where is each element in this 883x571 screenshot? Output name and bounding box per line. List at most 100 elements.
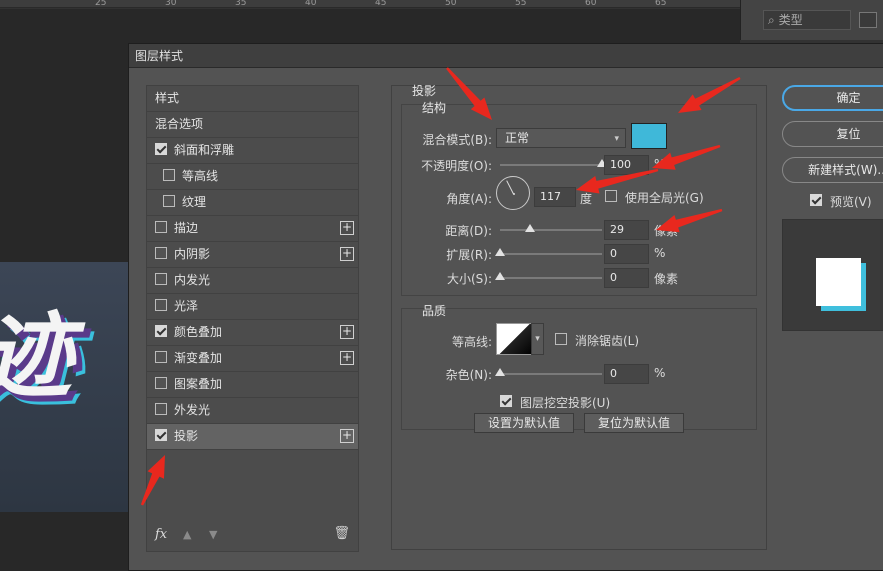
- noise-slider[interactable]: [495, 368, 602, 376]
- contour-label: 等高线:: [451, 335, 492, 349]
- angle-label: 角度(A):: [446, 192, 492, 206]
- size-slider-handle[interactable]: [495, 272, 505, 280]
- move-down-icon[interactable]: ▼: [209, 528, 217, 541]
- opacity-input[interactable]: 100: [604, 155, 649, 175]
- ruler-mark: 40: [305, 0, 317, 8]
- style-item[interactable]: 内阴影 +: [147, 242, 358, 268]
- style-item[interactable]: 内发光: [147, 268, 358, 294]
- style-item[interactable]: 图案叠加: [147, 372, 358, 398]
- style-item-label: 颜色叠加: [174, 325, 223, 339]
- style-checkbox[interactable]: [155, 351, 167, 363]
- style-item[interactable]: 纹理: [147, 190, 358, 216]
- spread-label: 扩展(R):: [446, 248, 492, 262]
- spread-slider[interactable]: [495, 248, 602, 256]
- reset-button[interactable]: 复位: [782, 121, 883, 147]
- layers-panel: ⌕ 类型: [740, 0, 883, 40]
- size-input[interactable]: 0: [604, 268, 649, 288]
- style-item[interactable]: 混合选项: [147, 112, 358, 138]
- ruler-mark: 65: [655, 0, 667, 8]
- set-default-button[interactable]: 设置为默认值: [474, 413, 574, 433]
- style-checkbox[interactable]: [163, 169, 175, 181]
- noise-slider-handle[interactable]: [495, 368, 505, 376]
- style-item-label: 斜面和浮雕: [174, 143, 235, 157]
- spread-slider-handle[interactable]: [495, 248, 505, 256]
- style-item[interactable]: 外发光: [147, 398, 358, 424]
- style-checkbox[interactable]: [163, 195, 175, 207]
- spread-input[interactable]: 0: [604, 244, 649, 264]
- ruler-mark: 60: [585, 0, 597, 8]
- angle-dial[interactable]: [496, 176, 530, 210]
- style-checkbox[interactable]: [155, 377, 167, 389]
- global-light-checkbox[interactable]: [605, 190, 617, 202]
- ruler-mark: 30: [165, 0, 177, 8]
- trash-icon[interactable]: 🗑: [333, 526, 350, 541]
- drop-shadow-title: 投影: [412, 84, 437, 98]
- distance-slider-handle[interactable]: [524, 224, 535, 232]
- ruler-mark: 25: [95, 0, 107, 8]
- size-slider[interactable]: [495, 272, 602, 280]
- angle-input[interactable]: 117: [534, 187, 576, 207]
- style-checkbox[interactable]: [155, 273, 167, 285]
- global-light-label: 使用全局光(G): [625, 191, 704, 205]
- style-checkbox[interactable]: [155, 221, 167, 233]
- distance-label: 距离(D):: [445, 224, 492, 238]
- style-checkbox[interactable]: [155, 143, 167, 155]
- ruler-mark: 35: [235, 0, 247, 8]
- search-icon: ⌕: [768, 13, 775, 27]
- reset-default-button[interactable]: 复位为默认值: [584, 413, 684, 433]
- layers-filter-label: 类型: [778, 13, 803, 27]
- add-effect-icon[interactable]: +: [340, 351, 354, 365]
- style-item[interactable]: 光泽: [147, 294, 358, 320]
- noise-input[interactable]: 0: [604, 364, 649, 384]
- dialog-title: 图层样式: [129, 44, 883, 68]
- style-list-footer: fx ▲ ▼ 🗑: [147, 519, 358, 551]
- antialias-checkbox[interactable]: [555, 333, 567, 345]
- style-item-label: 内发光: [174, 273, 211, 287]
- add-effect-icon[interactable]: +: [340, 221, 354, 235]
- structure-title: 结构: [422, 101, 447, 115]
- ruler-mark: 50: [445, 0, 457, 8]
- blend-mode-label: 混合模式(B):: [422, 133, 492, 147]
- style-item[interactable]: 等高线: [147, 164, 358, 190]
- move-up-icon[interactable]: ▲: [183, 528, 191, 541]
- style-checkbox[interactable]: [155, 299, 167, 311]
- add-effect-icon[interactable]: +: [340, 247, 354, 261]
- preview-checkbox[interactable]: [810, 194, 822, 206]
- opacity-slider[interactable]: [500, 159, 607, 167]
- style-list-header[interactable]: 样式: [147, 86, 358, 112]
- preview-label: 预览(V): [830, 195, 872, 209]
- style-list-header-label: 样式: [155, 91, 180, 105]
- distance-unit: 像素: [654, 224, 679, 238]
- style-item-label: 外发光: [174, 403, 211, 417]
- add-effect-icon[interactable]: +: [340, 325, 354, 339]
- fx-icon[interactable]: fx: [155, 527, 167, 542]
- blend-mode-value: 正常: [505, 131, 530, 145]
- style-item[interactable]: 斜面和浮雕: [147, 138, 358, 164]
- contour-picker[interactable]: [496, 323, 534, 355]
- shadow-color-swatch[interactable]: [631, 123, 667, 149]
- style-checkbox[interactable]: [155, 325, 167, 337]
- angle-indicator: [506, 180, 514, 195]
- style-item-label: 渐变叠加: [174, 351, 223, 365]
- distance-input[interactable]: 29: [604, 220, 649, 240]
- style-item[interactable]: 颜色叠加 +: [147, 320, 358, 346]
- layer-style-dialog: 图层样式 样式 混合选项 斜面和浮雕 等高线 纹理 描边 + 内阴影 + 内发光 光泽 颜色叠加 + 渐…: [128, 43, 883, 571]
- image-filter-icon[interactable]: [859, 12, 877, 28]
- knockout-checkbox[interactable]: [500, 395, 512, 407]
- opacity-unit: %: [654, 157, 666, 171]
- style-item[interactable]: 渐变叠加 +: [147, 346, 358, 372]
- layers-filter-input[interactable]: ⌕ 类型: [763, 10, 851, 30]
- style-checkbox[interactable]: [155, 247, 167, 259]
- style-checkbox[interactable]: [155, 403, 167, 415]
- style-item[interactable]: 描边 +: [147, 216, 358, 242]
- add-effect-icon[interactable]: +: [340, 429, 354, 443]
- spread-unit: %: [654, 246, 666, 260]
- blend-mode-select[interactable]: 正常 ▾: [496, 128, 626, 148]
- new-style-button[interactable]: 新建样式(W)...: [782, 157, 883, 183]
- ok-button[interactable]: 确定: [782, 85, 883, 111]
- style-item-label: 投影: [174, 429, 199, 443]
- chevron-down-icon[interactable]: ▾: [531, 323, 544, 355]
- style-item[interactable]: 投影 +: [147, 424, 358, 450]
- distance-slider[interactable]: [500, 224, 602, 232]
- style-checkbox[interactable]: [155, 429, 167, 441]
